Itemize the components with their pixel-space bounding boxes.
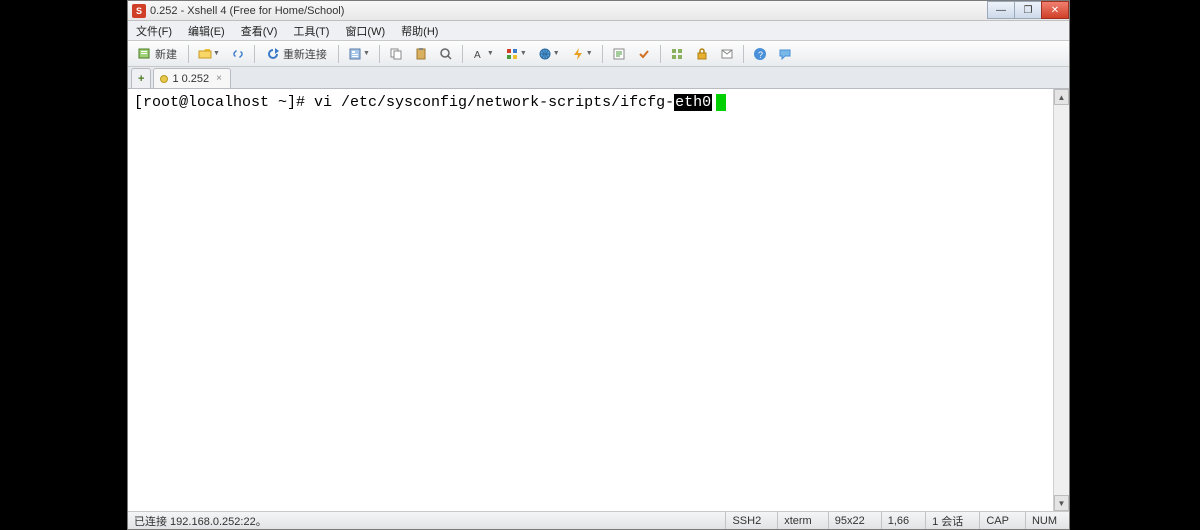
- separator: [188, 45, 189, 63]
- new-tab-button[interactable]: +: [131, 68, 151, 88]
- status-termtype: xterm: [777, 512, 818, 529]
- chevron-down-icon: ▼: [363, 50, 370, 57]
- chevron-down-icon: ▼: [586, 50, 593, 57]
- separator: [743, 45, 744, 63]
- tab-session-1[interactable]: 1 0.252 ×: [153, 68, 231, 88]
- svg-text:?: ?: [758, 50, 763, 60]
- menu-edit[interactable]: 编辑(E): [184, 21, 229, 41]
- open-button[interactable]: ▼: [194, 44, 224, 64]
- minimize-button[interactable]: —: [987, 1, 1015, 19]
- reconnect-icon: [266, 47, 280, 61]
- tab-close-button[interactable]: ×: [216, 73, 222, 84]
- status-dot-icon: [160, 75, 168, 83]
- lock-button[interactable]: [691, 44, 713, 64]
- properties-button[interactable]: ▼: [344, 44, 374, 64]
- status-connection: 已连接 192.168.0.252:22。: [134, 513, 267, 529]
- app-window: S 0.252 - Xshell 4 (Free for Home/School…: [127, 0, 1070, 530]
- chat-button[interactable]: [774, 44, 796, 64]
- menu-view[interactable]: 查看(V): [237, 21, 282, 41]
- globe-button[interactable]: ▼: [534, 44, 564, 64]
- menu-help[interactable]: 帮助(H): [397, 21, 442, 41]
- scroll-up-button[interactable]: ▲: [1054, 89, 1069, 105]
- status-num: NUM: [1025, 512, 1063, 529]
- lightning-button[interactable]: ▼: [567, 44, 597, 64]
- menu-window[interactable]: 窗口(W): [341, 21, 389, 41]
- separator: [660, 45, 661, 63]
- mail-icon: [720, 47, 734, 61]
- status-size: 95x22: [828, 512, 871, 529]
- menu-tools[interactable]: 工具(T): [289, 21, 333, 41]
- paste-icon: [414, 47, 428, 61]
- window-title: 0.252 - Xshell 4 (Free for Home/School): [150, 5, 344, 17]
- help-icon: ?: [753, 47, 767, 61]
- font-button[interactable]: A▼: [468, 44, 498, 64]
- search-icon: [439, 47, 453, 61]
- check-button[interactable]: [633, 44, 655, 64]
- window-controls: — ❐ ✕: [988, 1, 1069, 19]
- help-button[interactable]: ?: [749, 44, 771, 64]
- lightning-icon: [571, 47, 585, 61]
- script-button[interactable]: [608, 44, 630, 64]
- copy-icon: [389, 47, 403, 61]
- status-bar: 已连接 192.168.0.252:22。 SSH2 xterm 95x22 1…: [128, 511, 1069, 529]
- title-bar: S 0.252 - Xshell 4 (Free for Home/School…: [128, 1, 1069, 21]
- separator: [602, 45, 603, 63]
- toolbar: 新建 ▼ 重新连接 ▼ A▼ ▼ ▼ ▼: [128, 41, 1069, 67]
- separator: [379, 45, 380, 63]
- separator: [254, 45, 255, 63]
- lock-icon: [695, 47, 709, 61]
- maximize-button[interactable]: ❐: [1014, 1, 1042, 19]
- terminal-cursor: [716, 94, 726, 111]
- menu-bar: 文件(F) 编辑(E) 查看(V) 工具(T) 窗口(W) 帮助(H): [128, 21, 1069, 41]
- separator: [462, 45, 463, 63]
- folder-open-icon: [198, 47, 212, 61]
- tile-button[interactable]: [666, 44, 688, 64]
- link-icon: [231, 47, 245, 61]
- globe-icon: [538, 47, 552, 61]
- terminal-area: [root@localhost ~]# vi /etc/sysconfig/ne…: [128, 89, 1069, 511]
- tab-bar: + 1 0.252 ×: [128, 67, 1069, 89]
- properties-icon: [348, 47, 362, 61]
- reconnect-label: 重新连接: [283, 46, 327, 62]
- svg-text:A: A: [474, 50, 481, 61]
- new-session-button[interactable]: 新建: [132, 44, 183, 64]
- terminal[interactable]: [root@localhost ~]# vi /etc/sysconfig/ne…: [128, 89, 1053, 511]
- close-button[interactable]: ✕: [1041, 1, 1069, 19]
- chevron-down-icon: ▼: [213, 50, 220, 57]
- scroll-down-button[interactable]: ▼: [1054, 495, 1069, 511]
- font-icon: A: [472, 47, 486, 61]
- script-icon: [612, 47, 626, 61]
- chevron-down-icon: ▼: [520, 50, 527, 57]
- new-icon: [138, 47, 152, 61]
- status-protocol: SSH2: [725, 512, 767, 529]
- color-icon: [505, 47, 519, 61]
- tile-icon: [670, 47, 684, 61]
- chevron-down-icon: ▼: [487, 50, 494, 57]
- status-sessions: 1 会话: [925, 512, 969, 529]
- copy-button[interactable]: [385, 44, 407, 64]
- chat-icon: [778, 47, 792, 61]
- find-button[interactable]: [435, 44, 457, 64]
- tab-label: 1 0.252: [172, 73, 209, 85]
- check-icon: [637, 47, 651, 61]
- mail-button[interactable]: [716, 44, 738, 64]
- link-button[interactable]: [227, 44, 249, 64]
- separator: [338, 45, 339, 63]
- reconnect-button[interactable]: 重新连接: [260, 44, 333, 64]
- color-button[interactable]: ▼: [501, 44, 531, 64]
- terminal-highlight: eth0: [674, 94, 712, 111]
- status-position: 1,66: [881, 512, 915, 529]
- app-icon: S: [132, 4, 146, 18]
- vertical-scrollbar[interactable]: ▲ ▼: [1053, 89, 1069, 511]
- menu-file[interactable]: 文件(F): [132, 21, 176, 41]
- terminal-line: [root@localhost ~]# vi /etc/sysconfig/ne…: [134, 94, 674, 111]
- new-label: 新建: [155, 46, 177, 62]
- paste-button[interactable]: [410, 44, 432, 64]
- status-caps: CAP: [979, 512, 1015, 529]
- chevron-down-icon: ▼: [553, 50, 560, 57]
